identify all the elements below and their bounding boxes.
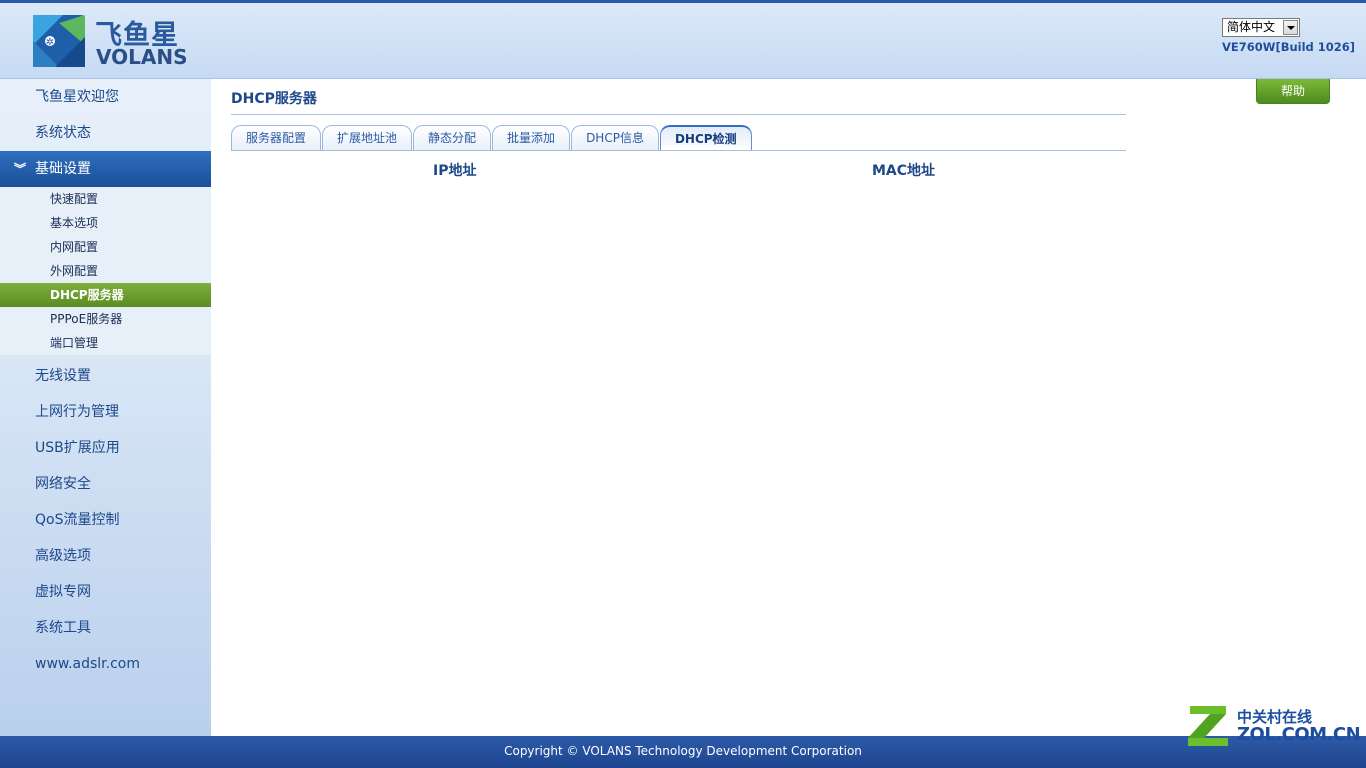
sidebar-item-network-security[interactable]: 网络安全 [0, 466, 211, 502]
svg-text:✲: ✲ [46, 37, 54, 48]
zol-logo-icon [1188, 706, 1228, 746]
sidebar-groups: 无线设置 上网行为管理 USB扩展应用 网络安全 QoS流量控制 高级选项 虚拟… [0, 358, 211, 682]
subnav-item-basic-options[interactable]: 基本选项 [0, 211, 211, 235]
tab-static-allocation[interactable]: 静态分配 [413, 125, 492, 150]
tab-extended-pool[interactable]: 扩展地址池 [322, 125, 413, 150]
tab-bar: 服务器配置 扩展地址池 静态分配 批量添加 DHCP信息 DHCP检测 [231, 125, 753, 150]
sidebar-item-welcome[interactable]: 飞鱼星欢迎您 [0, 79, 211, 115]
language-selected-value: 简体中文 [1227, 20, 1276, 34]
sidebar-item-wireless[interactable]: 无线设置 [0, 358, 211, 394]
chevron-down-icon[interactable] [1283, 20, 1298, 35]
main-content: DHCP服务器 帮助 服务器配置 扩展地址池 静态分配 批量添加 DHCP信息 … [211, 79, 1366, 736]
sidebar-item-system-status[interactable]: 系统状态 [0, 115, 211, 151]
volans-logo[interactable]: ✲ 飞鱼星 VOLANS [33, 15, 193, 71]
subnav-item-pppoe-server[interactable]: PPPoE服务器 [0, 307, 211, 331]
sidebar-item-advanced[interactable]: 高级选项 [0, 538, 211, 574]
subnav-item-dhcp-server[interactable]: DHCP服务器 [0, 283, 211, 307]
subnav-item-quick-config[interactable]: 快速配置 [0, 187, 211, 211]
subnav-item-port-management[interactable]: 端口管理 [0, 331, 211, 355]
tab-dhcp-detect[interactable]: DHCP检测 [659, 125, 752, 150]
language-select[interactable]: 简体中文 [1222, 18, 1300, 37]
sidebar-item-usb-apps[interactable]: USB扩展应用 [0, 430, 211, 466]
top-header: ✲ 飞鱼星 VOLANS 简体中文 VE760W[Build 1026] [0, 0, 1366, 79]
sidebar-section-basic-settings[interactable]: ︾ 基础设置 [0, 151, 211, 187]
tab-divider [231, 150, 1126, 151]
sidebar-section-label: 基础设置 [35, 161, 91, 177]
sidebar-item-behavior-management[interactable]: 上网行为管理 [0, 394, 211, 430]
zol-watermark: 中关村在线 ZOL.COM.CN [1186, 700, 1361, 750]
tab-server-config[interactable]: 服务器配置 [231, 125, 322, 150]
logo-english-text: VOLANS [96, 45, 188, 69]
tab-dhcp-info[interactable]: DHCP信息 [571, 125, 659, 150]
footer: Copyright © VOLANS Technology Developmen… [0, 736, 1366, 768]
volans-logo-mark-icon: ✲ [33, 15, 85, 67]
page-title: DHCP服务器 [231, 91, 317, 107]
watermark-english: ZOL.COM.CN [1237, 724, 1361, 745]
copyright-text: Copyright © VOLANS Technology Developmen… [504, 744, 862, 758]
sidebar-link-website[interactable]: www.adslr.com [0, 646, 211, 682]
column-header-ip: IP地址 [433, 163, 477, 179]
sidebar-item-qos[interactable]: QoS流量控制 [0, 502, 211, 538]
help-button[interactable]: 帮助 [1256, 79, 1330, 104]
subnav-item-lan-config[interactable]: 内网配置 [0, 235, 211, 259]
tab-batch-add[interactable]: 批量添加 [492, 125, 571, 150]
double-chevron-down-icon: ︾ [14, 162, 27, 176]
sidebar: 飞鱼星欢迎您 系统状态 ︾ 基础设置 快速配置 基本选项 内网配置 外网配置 D… [0, 79, 211, 736]
title-divider [231, 114, 1126, 115]
column-header-mac: MAC地址 [872, 163, 936, 179]
sidebar-item-vpn[interactable]: 虚拟专网 [0, 574, 211, 610]
basic-settings-submenu: 快速配置 基本选项 内网配置 外网配置 DHCP服务器 PPPoE服务器 端口管… [0, 187, 211, 355]
firmware-build: VE760W[Build 1026] [1222, 40, 1356, 54]
sidebar-item-system-tools[interactable]: 系统工具 [0, 610, 211, 646]
subnav-item-wan-config[interactable]: 外网配置 [0, 259, 211, 283]
